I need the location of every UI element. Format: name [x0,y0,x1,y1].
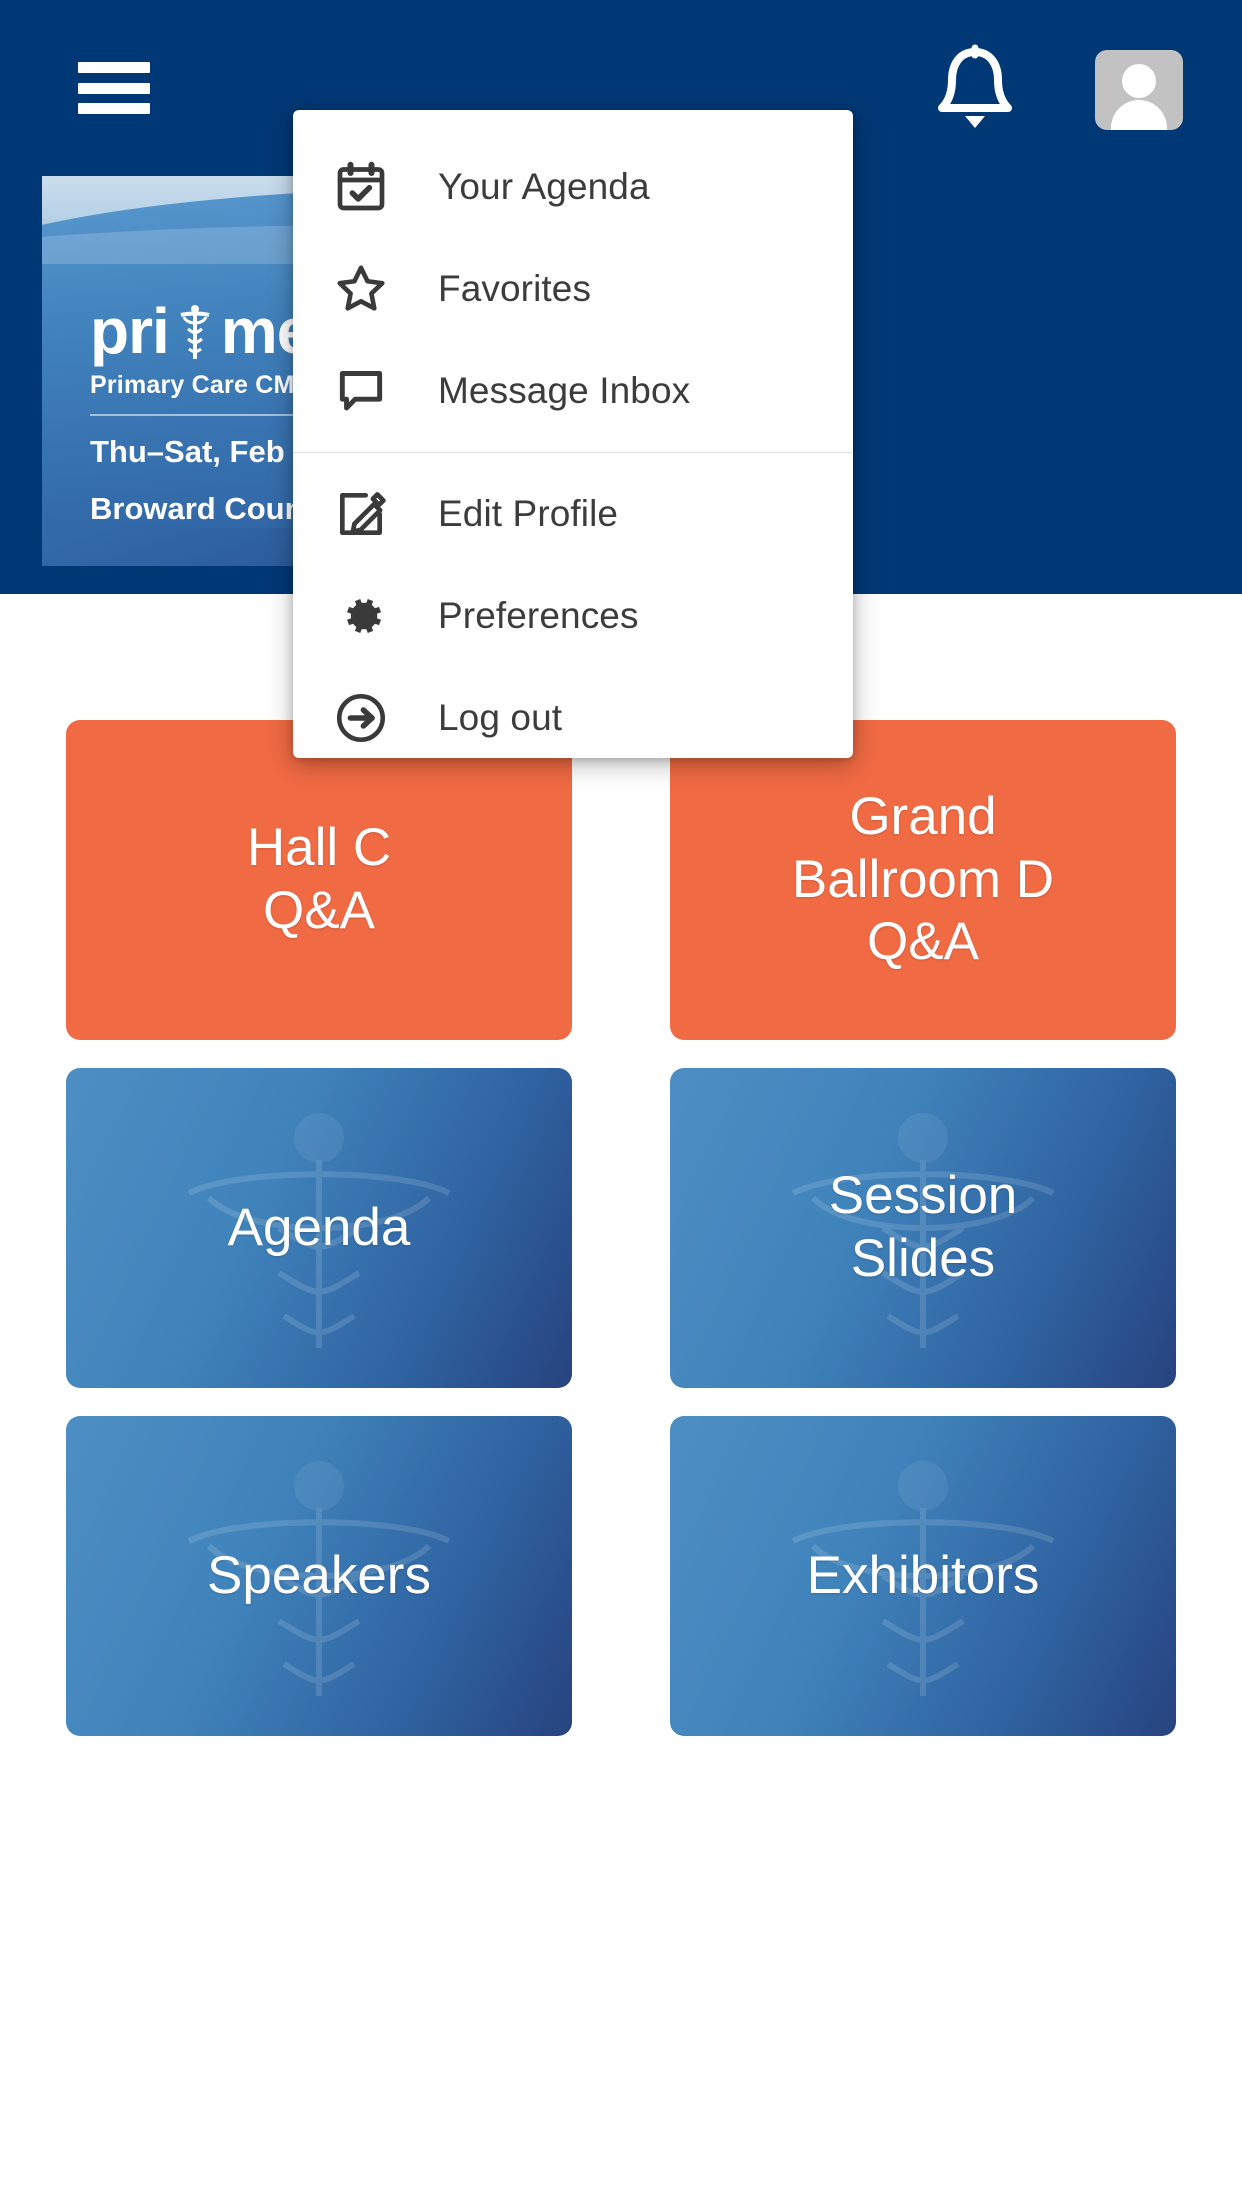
logout-arrow-circle-icon [330,687,392,749]
app-root: pri med ® [0,0,1242,2208]
tile-speakers[interactable]: Speakers [66,1416,572,1736]
hamburger-bar [78,82,150,94]
menu-item-label: Log out [438,697,563,738]
menu-item-label: Edit Profile [438,493,619,534]
menu-item-log-out[interactable]: Log out [293,667,853,769]
tile-exhibitors[interactable]: Exhibitors [670,1416,1176,1736]
avatar-head-shape [1122,64,1156,98]
bell-icon[interactable] [928,42,1022,134]
menu-item-label: Your Agenda [438,166,650,207]
calendar-check-icon [330,156,392,218]
logo-text-left: pri [90,295,170,368]
tile-label: Exhibitors [806,1545,1040,1605]
tile-label: Hall C Q&A [246,818,392,940]
avatar-body-shape [1111,100,1167,130]
profile-dropdown-menu: Your Agenda Favorites Message Inbox Edit Pr… [293,110,853,758]
menu-item-preferences[interactable]: Preferences [293,565,853,667]
chat-bubble-icon [330,360,392,422]
tile-label: Session Slides [828,1166,1018,1288]
menu-item-label: Favorites [438,268,592,309]
hamburger-bar [78,103,150,114]
tile-label: Speakers [207,1545,431,1605]
tile-label: Agenda [227,1197,411,1257]
tile-label: Grand Ballroom D Q&A [791,787,1055,972]
menu-item-label: Preferences [438,595,639,636]
hamburger-bar [78,62,150,73]
edit-pencil-icon [330,483,392,545]
gear-icon [330,585,392,647]
avatar[interactable] [1095,50,1183,130]
hamburger-menu-icon[interactable] [78,62,150,114]
menu-item-message-inbox[interactable]: Message Inbox [293,340,853,442]
menu-divider [293,452,853,453]
caduceus-icon [175,299,215,361]
tile-agenda[interactable]: Agenda [66,1068,572,1388]
menu-item-edit-profile[interactable]: Edit Profile [293,463,853,565]
tile-session-slides[interactable]: Session Slides [670,1068,1176,1388]
menu-item-label: Message Inbox [438,370,691,411]
menu-item-favorites[interactable]: Favorites [293,238,853,340]
menu-item-your-agenda[interactable]: Your Agenda [293,136,853,238]
star-outline-icon [330,258,392,320]
